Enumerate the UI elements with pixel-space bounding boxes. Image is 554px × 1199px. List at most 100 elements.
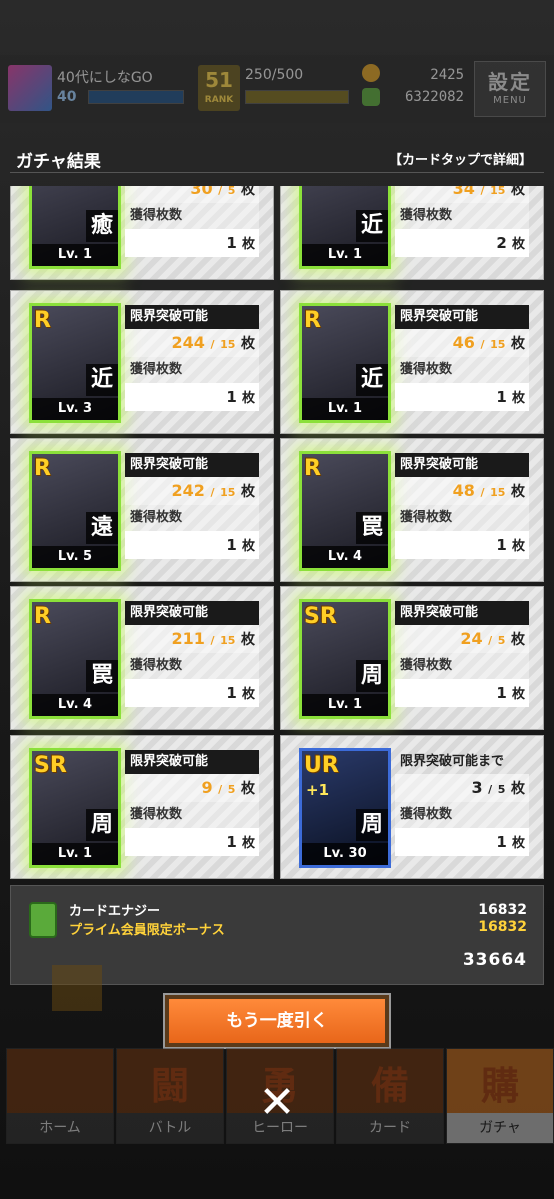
- obtained-count: 1: [226, 234, 237, 252]
- rank-value: 51: [205, 68, 233, 92]
- owned-count: 242: [171, 481, 205, 500]
- type-badge: 近: [356, 210, 388, 242]
- needed-count: 5: [227, 783, 236, 796]
- energy-value: 16832: [478, 902, 527, 918]
- type-badge: 周: [356, 809, 388, 841]
- card-energy-icon: [29, 902, 57, 938]
- gacha-card[interactable]: R 近 Lv. 3 限界突破可能 244 / 15 枚獲得枚数 1 枚: [10, 290, 274, 434]
- card-thumbnail[interactable]: UR +1 周 Lv. 30: [299, 748, 391, 868]
- page-title: ガチャ結果: [16, 152, 101, 172]
- obtained-label: 獲得枚数: [125, 505, 259, 531]
- gacha-card[interactable]: R 近 Lv. 1 限界突破可能 46 / 15 枚獲得枚数 1 枚: [280, 290, 544, 434]
- nav-item[interactable]: 闘バトル: [116, 1048, 224, 1144]
- owned-progress: 211 / 15 枚: [125, 625, 259, 653]
- obtained-count: 1: [226, 833, 237, 851]
- limit-break-label: 限界突破可能: [125, 750, 259, 774]
- card-thumbnail[interactable]: R 遠 Lv. 5: [29, 451, 121, 571]
- card-thumbnail[interactable]: R 近 Lv. 1: [299, 303, 391, 423]
- owned-progress: 242 / 15 枚: [125, 477, 259, 505]
- result-header: ガチャ結果 【カードタップで詳細】: [10, 143, 544, 173]
- player-level: 40: [57, 89, 77, 105]
- limit-break-label: 限界突破可能まで: [400, 754, 505, 769]
- menu-button-sublabel: MENU: [493, 95, 527, 106]
- card-thumbnail[interactable]: SR 周 Lv. 1: [299, 599, 391, 719]
- nav-item[interactable]: ホーム: [6, 1048, 114, 1144]
- card-thumbnail[interactable]: 近 Lv. 1: [299, 186, 391, 269]
- draw-again-label: もう一度引く: [169, 999, 385, 1043]
- gacha-card[interactable]: R 遠 Lv. 5 限界突破可能 242 / 15 枚獲得枚数 1 枚: [10, 438, 274, 582]
- gacha-card[interactable]: 癒Lv. 1限界突破可能30 / 5 枚獲得枚数1 枚: [10, 186, 274, 280]
- owned-progress: 48 / 15 枚: [395, 477, 529, 505]
- owned-progress: 24 / 5 枚: [395, 625, 529, 653]
- obtained-label: 獲得枚数: [395, 203, 529, 229]
- obtained-count: 1: [226, 536, 237, 554]
- obtained-count: 1: [496, 684, 507, 702]
- player-exp-bar: [88, 90, 184, 104]
- coin-icon: [362, 64, 380, 82]
- rarity-badge: R: [34, 456, 51, 481]
- rank-label: RANK: [204, 95, 234, 105]
- gacha-card[interactable]: R 罠 Lv. 4 限界突破可能 211 / 15 枚獲得枚数 1 枚: [10, 586, 274, 730]
- unit-label: 枚: [241, 186, 255, 198]
- draw-again-button[interactable]: もう一度引く: [163, 993, 391, 1049]
- type-badge: 癒: [86, 210, 118, 242]
- obtained-count: 1: [496, 388, 507, 406]
- nav-item[interactable]: 購ガチャ: [446, 1048, 554, 1144]
- gacha-card[interactable]: 近Lv. 1限界突破可能34 / 15 枚獲得枚数2 枚: [280, 186, 544, 280]
- card-level: Lv. 4: [302, 546, 388, 568]
- gacha-card[interactable]: SR 周 Lv. 1 限界突破可能 24 / 5 枚獲得枚数 1 枚: [280, 586, 544, 730]
- unit-label: 枚: [241, 484, 255, 500]
- energy-value: 6322082: [404, 89, 464, 105]
- owned-count: 34: [452, 186, 475, 198]
- card-thumbnail[interactable]: R 罠 Lv. 4: [299, 451, 391, 571]
- owned-progress: 46 / 15 枚: [395, 329, 529, 357]
- card-info: 限界突破可能 244 / 15 枚獲得枚数 1 枚: [125, 305, 259, 411]
- menu-button-label: 設定: [488, 70, 532, 94]
- gacha-card[interactable]: UR +1 周 Lv. 30 限界突破可能まで 3 / 5 枚獲得枚数 1 枚: [280, 735, 544, 879]
- menu-button[interactable]: 設定 MENU: [474, 61, 546, 117]
- owned-count: 46: [452, 333, 475, 352]
- owned-count: 24: [460, 629, 483, 648]
- coin-value: 2425: [430, 67, 464, 83]
- card-level: Lv. 4: [32, 694, 118, 716]
- rarity-badge: SR: [304, 604, 337, 629]
- unit-label: 枚: [511, 484, 525, 500]
- type-badge: 周: [86, 809, 118, 841]
- nav-label: ホーム: [7, 1113, 113, 1143]
- needed-count: 5: [227, 186, 236, 197]
- owned-progress: 34 / 15 枚: [395, 186, 529, 203]
- card-level: Lv. 1: [32, 244, 118, 266]
- owned-count: 211: [171, 629, 205, 648]
- card-thumbnail[interactable]: R 近 Lv. 3: [29, 303, 121, 423]
- card-info: 限界突破可能 24 / 5 枚獲得枚数 1 枚: [395, 601, 529, 707]
- unit-label: 枚: [241, 781, 255, 797]
- card-info: 限界突破可能30 / 5 枚獲得枚数1 枚: [125, 186, 259, 257]
- gacha-card[interactable]: SR 周 Lv. 1 限界突破可能 9 / 5 枚獲得枚数 1 枚: [10, 735, 274, 879]
- owned-count: 9: [201, 778, 213, 797]
- owned-progress: 9 / 5 枚: [125, 774, 259, 802]
- card-thumbnail[interactable]: SR 周 Lv. 1: [29, 748, 121, 868]
- owned-count: 244: [171, 333, 205, 352]
- card-level: Lv. 5: [32, 546, 118, 568]
- gacha-card[interactable]: R 罠 Lv. 4 限界突破可能 48 / 15 枚獲得枚数 1 枚: [280, 438, 544, 582]
- limit-break-label: 限界突破可能: [395, 601, 529, 625]
- bonus-value: 16832: [478, 919, 527, 935]
- nav-label: カード: [337, 1113, 443, 1143]
- nav-icon: 購: [480, 1064, 519, 1108]
- card-level: Lv. 1: [302, 244, 388, 266]
- card-thumbnail[interactable]: R 罠 Lv. 4: [29, 599, 121, 719]
- obtained-value: 1 枚: [125, 679, 259, 707]
- limit-break-label: 限界突破可能: [125, 305, 259, 329]
- owned-progress: 30 / 5 枚: [125, 186, 259, 203]
- obtained-value: 1 枚: [395, 679, 529, 707]
- card-thumbnail[interactable]: 癒 Lv. 1: [29, 186, 121, 269]
- card-info: 限界突破可能 9 / 5 枚獲得枚数 1 枚: [125, 750, 259, 856]
- unit-label: 枚: [511, 781, 525, 797]
- obtained-label: 獲得枚数: [125, 357, 259, 383]
- status-bar: 40代にしなGO 40 51 RANK 250/500 2425 6322082 …: [0, 55, 554, 123]
- type-badge: 周: [356, 660, 388, 692]
- unit-label: 枚: [241, 391, 255, 406]
- overlay-close-icon[interactable]: ✕: [252, 1078, 302, 1128]
- unit-label: 枚: [511, 186, 525, 198]
- nav-item[interactable]: 備カード: [336, 1048, 444, 1144]
